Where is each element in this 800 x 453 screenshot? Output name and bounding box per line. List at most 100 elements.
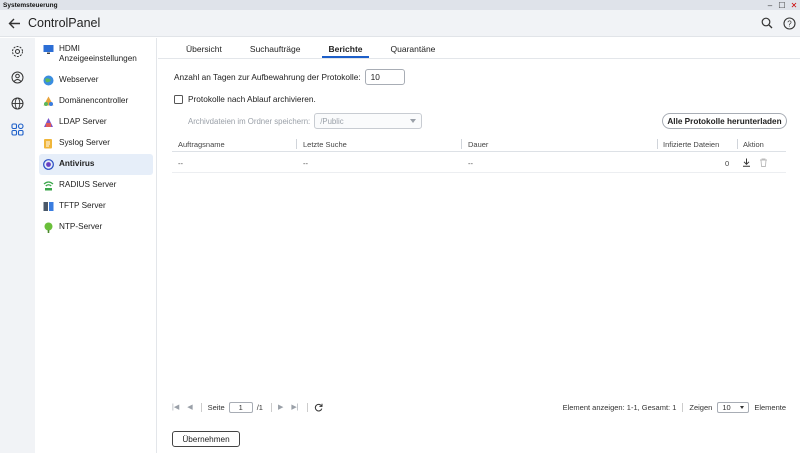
- pager-divider: [306, 402, 308, 412]
- column-divider[interactable]: [737, 139, 738, 149]
- download-all-logs-button[interactable]: Alle Protokolle herunterladen: [662, 113, 787, 129]
- back-arrow-icon[interactable]: [0, 10, 28, 37]
- chevron-down-icon: [410, 119, 417, 123]
- antivirus-icon: [43, 159, 54, 170]
- last-page-icon[interactable]: ▶|: [291, 403, 298, 411]
- window-title: Systemsteuerung: [3, 1, 58, 9]
- pagination-bar: |◀ ◀ Seite 1 /1 ▶ ▶| Element anzeigen: 1…: [172, 400, 786, 414]
- help-icon[interactable]: ?: [778, 10, 800, 37]
- archive-row: Protokolle nach Ablauf archivieren.: [174, 94, 316, 104]
- retention-row: Anzahl an Tagen zur Aufbewahrung der Pro…: [174, 69, 405, 85]
- sidebar-item-ldap[interactable]: LDAP Server: [39, 112, 153, 133]
- refresh-icon[interactable]: [314, 403, 323, 412]
- sidebar-item-label: TFTP Server: [59, 201, 106, 210]
- sidebar-item-domain-controller[interactable]: Domänencontroller: [39, 91, 153, 112]
- sidebar-item-tftp[interactable]: TFTP Server: [39, 196, 153, 217]
- archive-checkbox[interactable]: [174, 94, 183, 104]
- syslog-icon: [44, 139, 52, 149]
- column-header-infected-files[interactable]: Infizierte Dateien: [663, 140, 719, 149]
- column-header-action: Aktion: [743, 140, 764, 149]
- pager-divider: [682, 402, 684, 412]
- search-icon[interactable]: [756, 10, 778, 37]
- sidebar-item-label: LDAP Server: [59, 117, 107, 126]
- app-header: ControlPanel ?: [0, 10, 800, 37]
- network-globe-icon[interactable]: [0, 90, 35, 116]
- column-divider[interactable]: [296, 139, 297, 149]
- main-panel: Übersicht Suchaufträge Berichte Quarantä…: [158, 38, 800, 453]
- column-divider[interactable]: [657, 139, 658, 149]
- svg-text:?: ?: [787, 19, 792, 28]
- sidebar-item-antivirus[interactable]: Antivirus: [39, 154, 153, 175]
- monitor-icon: [43, 45, 54, 54]
- close-button[interactable]: ✕: [788, 0, 800, 10]
- sidebar-item-webserver[interactable]: Webserver: [39, 70, 153, 91]
- ntp-icon: [44, 222, 53, 233]
- ldap-icon: [44, 118, 53, 127]
- sidebar-item-hdmi[interactable]: HDMI Anzeigeeinstellungen: [39, 41, 153, 70]
- tab-quarantine[interactable]: Quarantäne: [377, 38, 450, 58]
- applications-icon[interactable]: [0, 116, 35, 142]
- show-label: Zeigen: [689, 402, 713, 412]
- tftp-icon: [43, 202, 54, 211]
- tab-bar: Übersicht Suchaufträge Berichte Quarantä…: [172, 38, 449, 58]
- tab-overview[interactable]: Übersicht: [172, 38, 236, 58]
- page-size-value: 10: [722, 402, 731, 412]
- cell-duration: --: [468, 159, 473, 168]
- cell-infected-files: 0: [725, 159, 730, 168]
- radius-icon: [43, 181, 54, 191]
- globe-icon: [43, 75, 54, 86]
- minimize-button[interactable]: –: [764, 0, 776, 10]
- tab-scan-jobs[interactable]: Suchaufträge: [236, 38, 315, 58]
- page-label: Seite: [207, 402, 225, 412]
- sidebar-item-label: Syslog Server: [59, 138, 110, 147]
- window-titlebar: Systemsteuerung – ☐ ✕: [0, 0, 800, 10]
- sidebar-item-label: RADIUS Server: [59, 180, 117, 189]
- sidebar-item-syslog[interactable]: Syslog Server: [39, 133, 153, 154]
- column-header-job-name[interactable]: Auftragsname: [178, 140, 225, 149]
- category-rail: [0, 38, 35, 453]
- sidebar-item-radius[interactable]: RADIUS Server: [39, 175, 153, 196]
- pager-right: Element anzeigen: 1-1, Gesamt: 1 Zeigen …: [562, 401, 786, 413]
- chevron-down-icon: [740, 405, 745, 409]
- download-icon[interactable]: [742, 158, 751, 167]
- maximize-button[interactable]: ☐: [776, 0, 788, 10]
- apply-button[interactable]: Übernehmen: [172, 431, 240, 447]
- tab-divider: [158, 58, 800, 59]
- retention-label: Anzahl an Tagen zur Aufbewahrung der Pro…: [174, 72, 361, 82]
- sidebar-item-ntp[interactable]: NTP-Server: [39, 217, 153, 238]
- first-page-icon[interactable]: |◀: [172, 403, 179, 411]
- archive-folder-row: Archivdateien im Ordner speichern: /Publ…: [188, 113, 423, 129]
- column-divider[interactable]: [461, 139, 462, 149]
- table-row[interactable]: -- -- -- 0: [172, 153, 786, 173]
- table-header: Auftragsname Letzte Suche Dauer Infizier…: [172, 136, 786, 152]
- column-header-duration[interactable]: Dauer: [468, 140, 488, 149]
- archive-folder-select[interactable]: /Public: [314, 113, 423, 129]
- page-size-select[interactable]: 10: [717, 401, 750, 413]
- cell-last-scan: --: [303, 159, 308, 168]
- pager-divider: [270, 402, 272, 412]
- system-settings-icon[interactable]: [0, 38, 35, 64]
- app-title: ControlPanel: [28, 16, 101, 30]
- page-total: /1: [256, 402, 263, 412]
- pager-divider: [200, 402, 202, 412]
- previous-page-icon[interactable]: ◀: [187, 403, 192, 411]
- column-header-last-scan[interactable]: Letzte Suche: [303, 140, 347, 149]
- page-number-input[interactable]: 1: [228, 401, 253, 413]
- archive-label: Protokolle nach Ablauf archivieren.: [188, 94, 316, 104]
- retention-days-input[interactable]: 10: [364, 69, 405, 85]
- domain-controller-icon: [43, 96, 54, 106]
- items-summary: Element anzeigen: 1-1, Gesamt: 1: [562, 402, 677, 412]
- trash-icon[interactable]: [759, 158, 768, 167]
- next-page-icon[interactable]: ▶: [278, 403, 283, 411]
- sidebar-item-label: HDMI Anzeigeeinstellungen: [59, 44, 137, 63]
- sidebar-item-label: Antivirus: [59, 159, 95, 168]
- archive-folder-value: /Public: [320, 116, 344, 126]
- archive-folder-label: Archivdateien im Ordner speichern:: [188, 116, 311, 126]
- sidebar-item-label: Webserver: [59, 75, 99, 84]
- sidebar-item-label: NTP-Server: [59, 222, 103, 231]
- privilege-icon[interactable]: [0, 64, 35, 90]
- sidebar: HDMI Anzeigeeinstellungen Webserver Domä…: [35, 38, 157, 453]
- tab-reports[interactable]: Berichte: [314, 38, 376, 58]
- sidebar-item-label: Domänencontroller: [59, 96, 129, 105]
- items-label: Elemente: [754, 402, 786, 412]
